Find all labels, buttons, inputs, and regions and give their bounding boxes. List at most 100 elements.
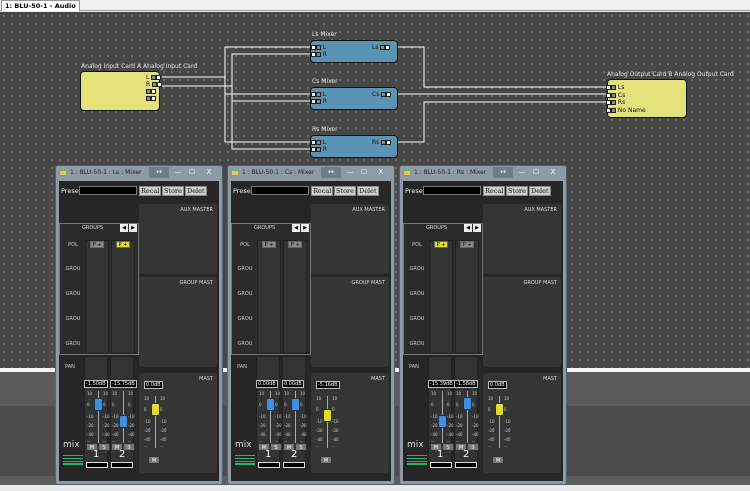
minimize-button[interactable]: — — [171, 167, 185, 178]
ch2-name-box[interactable] — [455, 462, 477, 468]
master-mute-button[interactable]: M — [148, 456, 160, 464]
solo-button-1[interactable]: S — [98, 443, 110, 451]
mixer-input-r[interactable]: R — [311, 51, 327, 58]
mixer-output[interactable]: Rs — [372, 139, 392, 146]
mixer-input-r[interactable]: R — [311, 146, 327, 153]
mixer-input-l[interactable]: L — [311, 139, 326, 146]
ch2-fader[interactable]: 10 10 0 0 -10 -10 -20 -20 -40 -40 -- -- — [112, 389, 136, 444]
master-fader[interactable]: 10 10 0 0 -10 -10 -20 -20 -40 -40 -- -- — [144, 394, 168, 449]
maximize-button[interactable]: ☐ — [358, 167, 370, 178]
input-port[interactable] — [146, 95, 156, 102]
title-bar[interactable]: 1 : BLU-50-1 : Ls : Mixer ↔ — ☐ X — [56, 166, 222, 181]
input-port[interactable]: R — [146, 81, 163, 88]
output-port[interactable]: Ls — [606, 84, 624, 91]
delete-button[interactable]: Delet — [185, 186, 207, 196]
fader-thumb[interactable] — [463, 396, 472, 410]
minimize-button[interactable]: — — [515, 167, 529, 178]
mixer-output[interactable]: Ls — [372, 44, 391, 51]
mixer-input-r[interactable]: R — [311, 98, 327, 105]
solo-button-1[interactable]: S — [442, 443, 454, 451]
preset-label: Prese — [405, 187, 423, 195]
minimize-button[interactable]: — — [343, 167, 357, 178]
fader-thumb[interactable] — [291, 398, 300, 411]
master-mute-button[interactable]: M — [492, 456, 504, 464]
fader-thumb[interactable] — [438, 414, 447, 428]
fader-thumb[interactable] — [94, 398, 103, 411]
master-fader[interactable]: 10 10 0 0 -10 -10 -20 -20 -40 -40 -- -- — [316, 394, 340, 449]
right-arrow-icon[interactable]: ▶ — [301, 224, 309, 232]
ch1-level[interactable]: -1.50dB — [84, 380, 108, 388]
ch1-level[interactable]: -15.39dB — [428, 380, 455, 388]
master-mute-button[interactable]: M — [320, 456, 332, 464]
ch1-fader[interactable]: 10 10 0 0 -10 -10 -20 -20 -40 -40 -- -- — [87, 389, 111, 444]
polarity-button-2[interactable]: P + — [116, 241, 130, 248]
polarity-button-1[interactable]: P + — [262, 241, 276, 248]
close-button[interactable]: X — [543, 167, 563, 178]
title-bar[interactable]: 1 : BLU-50-1 : Cs : Mixer ↔ — ☐ X — [228, 166, 394, 181]
mixer-label: Cs Mixer — [312, 78, 338, 85]
mixer-input-l[interactable]: L — [311, 91, 326, 98]
store-button[interactable]: Store — [334, 186, 356, 196]
ch1-name-box[interactable] — [430, 462, 452, 468]
master-level[interactable]: 0.0dB — [144, 381, 163, 389]
fader-thumb[interactable] — [151, 403, 160, 416]
close-button[interactable]: X — [199, 167, 219, 178]
group-master-panel: GROUP MAST — [483, 277, 561, 367]
preset-input[interactable] — [251, 186, 309, 195]
master-fader[interactable]: 10 10 0 0 -10 -10 -20 -20 -40 -40 -- -- — [488, 394, 512, 449]
fader-thumb[interactable] — [266, 398, 275, 411]
ch2-fader[interactable]: 10 10 0 0 -10 -10 -20 -20 -40 -40 -- -- — [284, 389, 308, 444]
master-level[interactable]: -5.16dB — [316, 381, 340, 389]
mixer-label: Ls Mixer — [312, 31, 337, 38]
ch1-name-box[interactable] — [86, 462, 108, 468]
output-port[interactable]: No Name — [606, 107, 646, 114]
recall-button[interactable]: Recal — [139, 186, 162, 196]
ch1-name-box[interactable] — [258, 462, 280, 468]
recall-button[interactable]: Recal — [311, 186, 334, 196]
ch1-fader[interactable]: 10 10 0 0 -10 -10 -20 -20 -40 -40 -- -- — [259, 389, 283, 444]
solo-button-1[interactable]: S — [270, 443, 282, 451]
resize-button[interactable]: ↔ — [149, 167, 169, 178]
ch2-level[interactable]: 0.00dB — [282, 380, 304, 388]
ch1-level[interactable]: 0.00dB — [256, 380, 278, 388]
title-bar[interactable]: 1 : BLU-50-1 : Rs : Mixer ↔ — ☐ X — [400, 166, 566, 181]
master-level[interactable]: 0.0dB — [488, 381, 507, 389]
store-button[interactable]: Store — [162, 186, 184, 196]
resize-button[interactable]: ↔ — [321, 167, 341, 178]
output-port[interactable]: Rs — [606, 99, 625, 106]
store-button[interactable]: Store — [506, 186, 528, 196]
close-button[interactable]: X — [371, 167, 391, 178]
polarity-button-2[interactable]: P + — [288, 241, 302, 248]
ch2-fader[interactable]: 10 10 0 0 -10 -10 -20 -20 -40 -40 -- -- — [456, 389, 480, 444]
polarity-button-1[interactable]: P + — [90, 241, 104, 248]
mixer-output[interactable]: Cs — [372, 91, 392, 98]
left-arrow-icon[interactable]: ◀ — [120, 224, 128, 232]
fader-thumb[interactable] — [495, 403, 504, 416]
right-arrow-icon[interactable]: ▶ — [473, 224, 481, 232]
tab-audio[interactable]: 1: BLU-50-1 - Audio — [1, 0, 80, 11]
left-arrow-icon[interactable]: ◀ — [292, 224, 300, 232]
maximize-button[interactable]: ☐ — [530, 167, 542, 178]
fader-thumb[interactable] — [119, 414, 128, 428]
polarity-button-1[interactable]: P + — [434, 241, 448, 248]
delete-button[interactable]: Delet — [357, 186, 379, 196]
mixer-input-l[interactable]: L — [311, 44, 326, 51]
ch2-name-box[interactable] — [111, 462, 133, 468]
ch1-fader[interactable]: 10 10 0 0 -10 -10 -20 -20 -40 -40 -- -- — [431, 389, 455, 444]
polarity-button-2[interactable]: P + — [460, 241, 474, 248]
preset-input[interactable] — [79, 186, 137, 195]
ch2-level[interactable]: -15.75dB — [110, 380, 137, 388]
fader-thumb[interactable] — [323, 409, 332, 423]
output-port[interactable]: Cs — [606, 92, 625, 99]
input-port[interactable]: L — [146, 74, 162, 81]
ch2-name-box[interactable] — [283, 462, 305, 468]
left-arrow-icon[interactable]: ◀ — [464, 224, 472, 232]
maximize-button[interactable]: ☐ — [186, 167, 198, 178]
delete-button[interactable]: Delet — [529, 186, 551, 196]
resize-button[interactable]: ↔ — [493, 167, 513, 178]
preset-input[interactable] — [423, 186, 481, 195]
recall-button[interactable]: Recal — [483, 186, 506, 196]
right-arrow-icon[interactable]: ▶ — [129, 224, 137, 232]
input-port[interactable] — [146, 88, 156, 95]
ch2-level[interactable]: -1.58dB — [454, 380, 478, 388]
